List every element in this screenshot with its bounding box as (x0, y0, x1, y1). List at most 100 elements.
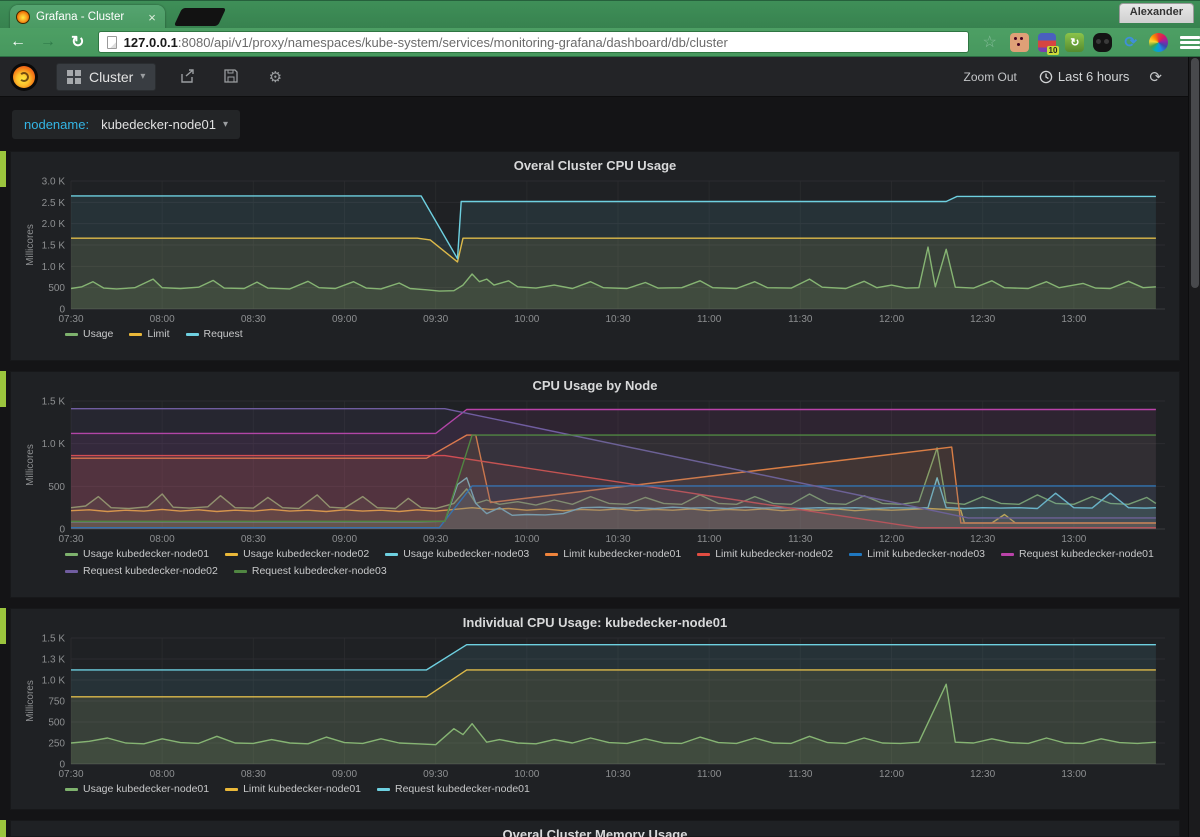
extension-stack-icon[interactable]: 10 (1038, 33, 1057, 52)
chart-legend: Usage kubedecker-node01 Usage kubedecker-… (19, 546, 1171, 579)
new-tab-button[interactable] (174, 8, 226, 26)
svg-text:1.0 K: 1.0 K (42, 676, 66, 687)
legend-item[interactable]: Limit kubedecker-node02 (697, 548, 833, 560)
legend-item[interactable]: Request (186, 328, 243, 340)
legend-item[interactable]: Limit kubedecker-node01 (545, 548, 681, 560)
scrollbar-thumb[interactable] (1191, 58, 1199, 288)
svg-text:12:00: 12:00 (879, 534, 904, 545)
legend-item[interactable]: Request kubedecker-node01 (1001, 548, 1154, 560)
chevron-down-icon: ▾ (140, 71, 145, 82)
svg-text:11:00: 11:00 (697, 769, 722, 780)
legend-color-dash (377, 788, 390, 791)
svg-text:08:30: 08:30 (241, 769, 266, 780)
svg-text:11:30: 11:30 (788, 534, 813, 545)
svg-text:0: 0 (59, 305, 65, 316)
cpu-by-node-chart[interactable]: 07:3008:0008:3009:0009:3010:0010:3011:00… (19, 396, 1171, 546)
svg-text:13:00: 13:00 (1061, 534, 1086, 545)
browser-tabstrip: Grafana - Cluster × Alexander (0, 0, 1200, 28)
legend-item[interactable]: Request kubedecker-node01 (377, 783, 530, 795)
grafana-logo-icon[interactable] (10, 63, 38, 91)
legend-item[interactable]: Request kubedecker-node03 (234, 565, 387, 577)
url-host: 127.0.0.1 (124, 35, 178, 50)
legend-item[interactable]: Request kubedecker-node02 (65, 565, 218, 577)
chevron-down-icon: ▾ (223, 119, 228, 130)
share-icon[interactable] (174, 68, 200, 86)
time-range-label: Last 6 hours (1058, 69, 1130, 84)
svg-text:08:30: 08:30 (241, 534, 266, 545)
reload-icon[interactable]: ↻ (66, 32, 90, 52)
svg-text:Millicores: Millicores (25, 444, 36, 486)
legend-item[interactable]: Limit kubedecker-node03 (849, 548, 985, 560)
browser-menu-icon[interactable] (1180, 34, 1200, 51)
grafana-app: Cluster ▾ ⚙ Zoom Out Last 6 hours ⟳ node… (0, 57, 1200, 837)
page-scrollbar[interactable] (1188, 57, 1200, 837)
legend-color-dash (697, 553, 710, 556)
forward-icon[interactable]: → (36, 33, 60, 51)
extension-face-icon[interactable] (1010, 33, 1029, 52)
bookmark-star-icon[interactable]: ☆ (979, 32, 1001, 52)
panel-title[interactable]: Overal Cluster CPU Usage (19, 156, 1171, 176)
profile-button[interactable]: Alexander (1119, 3, 1194, 23)
svg-text:2.5 K: 2.5 K (42, 198, 66, 209)
panel-title[interactable]: Overal Cluster Memory Usage (19, 825, 1171, 837)
svg-text:07:30: 07:30 (58, 534, 83, 545)
dashboard-grid-icon (67, 70, 81, 84)
svg-text:12:30: 12:30 (970, 314, 995, 325)
extension-sync-icon[interactable]: ⟳ (1121, 33, 1140, 52)
panel-title[interactable]: Individual CPU Usage: kubedecker-node01 (19, 613, 1171, 633)
svg-text:11:30: 11:30 (788, 314, 813, 325)
svg-text:Millicores: Millicores (25, 224, 36, 266)
refresh-icon[interactable]: ⟳ (1149, 68, 1162, 86)
legend-color-dash (225, 788, 238, 791)
legend-item[interactable]: Usage kubedecker-node03 (385, 548, 529, 560)
overall-cpu-chart[interactable]: 07:3008:0008:3009:0009:3010:0010:3011:00… (19, 176, 1171, 326)
svg-text:08:00: 08:00 (150, 314, 175, 325)
time-range-button[interactable]: Last 6 hours (1039, 69, 1130, 84)
extension-rotate-icon[interactable]: ↻ (1065, 33, 1084, 52)
svg-text:0: 0 (59, 525, 65, 536)
legend-color-dash (65, 333, 78, 336)
grafana-favicon (16, 10, 30, 24)
svg-text:250: 250 (48, 739, 65, 750)
page-icon (107, 36, 117, 49)
svg-text:10:00: 10:00 (514, 534, 539, 545)
extension-mask-icon[interactable] (1093, 33, 1112, 52)
legend-item[interactable]: Usage kubedecker-node01 (65, 548, 209, 560)
row-accent-bar (0, 608, 6, 644)
svg-text:1.0 K: 1.0 K (42, 439, 66, 450)
legend-item[interactable]: Usage kubedecker-node02 (225, 548, 369, 560)
row-accent-bar (0, 151, 6, 187)
legend-item[interactable]: Limit (129, 328, 169, 340)
browser-tab[interactable]: Grafana - Cluster × (10, 5, 165, 29)
extension-colorwheel-icon[interactable] (1149, 33, 1168, 52)
svg-text:1.5 K: 1.5 K (42, 241, 66, 252)
svg-text:1.0 K: 1.0 K (42, 262, 66, 273)
zoom-out-button[interactable]: Zoom Out (964, 70, 1017, 84)
panel-title[interactable]: CPU Usage by Node (19, 376, 1171, 396)
individual-cpu-chart[interactable]: 07:3008:0008:3009:0009:3010:0010:3011:00… (19, 633, 1171, 781)
browser-toolbar: ← → ↻ 127.0.0.1 :8080/api/v1/proxy/names… (0, 28, 1200, 57)
tab-close-icon[interactable]: × (145, 10, 159, 25)
legend-color-dash (129, 333, 142, 336)
chart-legend: Usage Limit Request (19, 326, 1171, 342)
variable-nodename-dropdown[interactable]: nodename: kubedecker-node01 ▾ (12, 110, 240, 139)
url-bar[interactable]: 127.0.0.1 :8080/api/v1/proxy/namespaces/… (98, 31, 969, 53)
screen: Grafana - Cluster × Alexander ← → ↻ 127.… (0, 0, 1200, 837)
svg-text:13:00: 13:00 (1061, 314, 1086, 325)
legend-color-dash (65, 788, 78, 791)
legend-item[interactable]: Usage (65, 328, 113, 340)
legend-item[interactable]: Limit kubedecker-node01 (225, 783, 361, 795)
dashboard-title: Cluster (89, 69, 133, 85)
svg-text:10:00: 10:00 (514, 769, 539, 780)
save-icon[interactable] (218, 68, 244, 86)
legend-item[interactable]: Usage kubedecker-node01 (65, 783, 209, 795)
panel-memory-usage: Overal Cluster Memory Usage (10, 820, 1180, 837)
svg-text:09:00: 09:00 (332, 534, 357, 545)
back-icon[interactable]: ← (6, 33, 30, 51)
svg-text:09:30: 09:30 (423, 769, 448, 780)
dashboard-picker[interactable]: Cluster ▾ (56, 63, 156, 91)
svg-text:12:00: 12:00 (879, 314, 904, 325)
svg-text:08:30: 08:30 (241, 314, 266, 325)
settings-gear-icon[interactable]: ⚙ (262, 68, 288, 86)
svg-text:1.5 K: 1.5 K (42, 397, 66, 408)
